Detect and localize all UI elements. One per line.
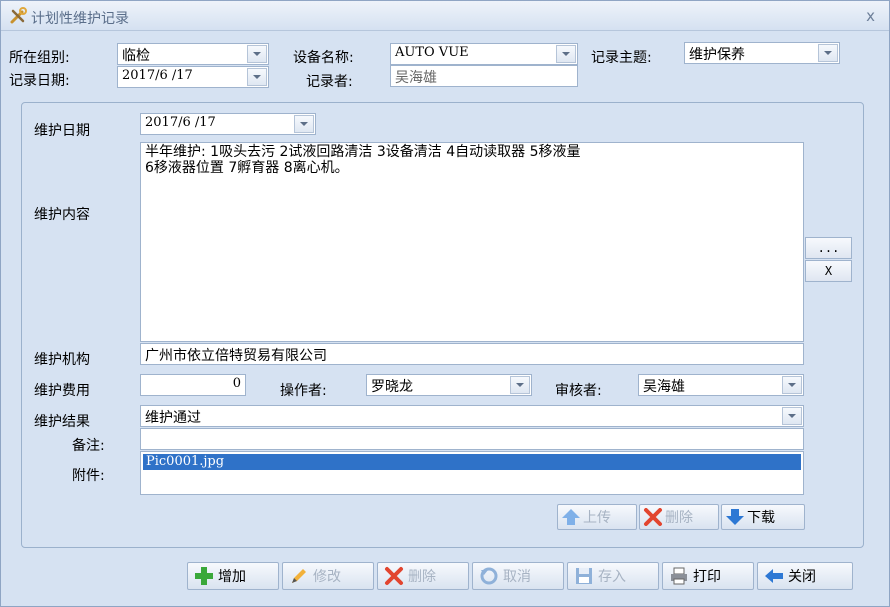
group-value: 临检 [122,48,150,64]
remark-label: 备注: [72,438,105,454]
close-icon[interactable]: x [866,7,875,25]
reviewer-label: 审核者: [555,383,602,399]
content-label: 维护内容 [34,207,90,223]
save-button[interactable]: 存入 [567,562,659,590]
list-item[interactable]: Pic0001.jpg [143,454,801,470]
reviewer-select[interactable]: 吴海雄 [638,374,804,396]
result-label: 维护结果 [34,414,90,430]
org-label: 维护机构 [34,352,90,368]
plus-icon [195,567,213,585]
org-value: 广州市依立倍特贸易有限公司 [145,348,327,364]
attachment-list[interactable]: Pic0001.jpg [140,451,804,495]
chevron-down-icon[interactable] [782,376,802,394]
chevron-down-icon[interactable] [510,376,530,394]
cost-value: 0 [232,376,241,391]
record-date-label: 记录日期: [9,73,70,89]
cost-field[interactable]: 0 [140,374,246,396]
cost-label: 维护费用 [34,383,90,399]
chevron-down-icon[interactable] [818,44,838,62]
edit-button[interactable]: 修改 [282,562,374,590]
upload-arrow-icon [562,509,580,525]
record-date-value: 2017/6 /17 [122,68,193,83]
tools-icon [10,7,27,24]
add-button[interactable]: 增加 [187,562,279,590]
result-value: 维护通过 [145,410,201,426]
chevron-down-icon[interactable] [247,68,267,86]
download-arrow-icon [726,509,744,525]
recorder-value: 吴海雄 [395,70,437,86]
subject-select[interactable]: 维护保养 [684,42,840,64]
group-select[interactable]: 临检 [117,43,269,65]
printer-icon [671,567,687,585]
maintenance-record-window: 计划性维护记录 x 所在组别: 临检 设备名称: AUTO VUE 记录主题: … [0,0,890,607]
maint-date-picker[interactable]: 2017/6 /17 [140,113,316,135]
record-date-picker[interactable]: 2017/6 /17 [117,66,269,88]
print-button[interactable]: 打印 [662,562,754,590]
recorder-label: 记录者: [306,74,353,90]
content-textarea[interactable]: 半年维护: 1吸头去污 2试液回路清洁 3设备清洁 4自动读取器 5移液量 6移… [140,142,804,342]
operator-value: 罗晓龙 [371,379,413,395]
chevron-down-icon[interactable] [247,45,267,63]
org-field[interactable]: 广州市依立倍特贸易有限公司 [140,343,804,365]
pencil-icon [292,569,306,583]
subject-value: 维护保养 [689,47,745,63]
operator-label: 操作者: [280,383,327,399]
delete-x-icon [644,508,662,526]
more-button[interactable]: ... [805,237,852,259]
recorder-field[interactable]: 吴海雄 [390,65,578,87]
maint-date-label: 维护日期 [34,123,90,139]
result-select[interactable]: 维护通过 [140,405,804,427]
chevron-down-icon[interactable] [294,115,314,133]
attach-label: 附件: [72,468,105,484]
back-arrow-icon [765,569,783,583]
window-title: 计划性维护记录 [31,11,129,27]
close-button[interactable]: 关闭 [757,562,853,590]
subject-label: 记录主题: [591,50,652,66]
remark-field[interactable] [140,428,804,450]
floppy-disk-icon [576,568,592,584]
operator-select[interactable]: 罗晓龙 [366,374,532,396]
upload-button[interactable]: 上传 [557,504,637,530]
maintenance-details-group: 维护日期 2017/6 /17 维护内容 半年维护: 1吸头去污 2试液回路清洁… [21,102,864,548]
device-select[interactable]: AUTO VUE [390,43,578,65]
clear-button[interactable]: X [805,260,852,282]
chevron-down-icon[interactable] [782,407,802,425]
cancel-button[interactable]: 取消 [472,562,564,590]
download-button[interactable]: 下载 [721,504,805,530]
chevron-down-icon[interactable] [556,45,576,63]
maint-date-value: 2017/6 /17 [145,115,216,130]
title-bar: 计划性维护记录 x [1,1,889,31]
undo-icon [480,567,498,585]
reviewer-value: 吴海雄 [643,379,685,395]
device-label: 设备名称: [293,50,354,66]
device-value: AUTO VUE [395,45,469,60]
group-label: 所在组别: [9,50,70,66]
delete-x-icon [385,567,403,585]
attachment-delete-button[interactable]: 删除 [639,504,719,530]
delete-button[interactable]: 删除 [377,562,469,590]
